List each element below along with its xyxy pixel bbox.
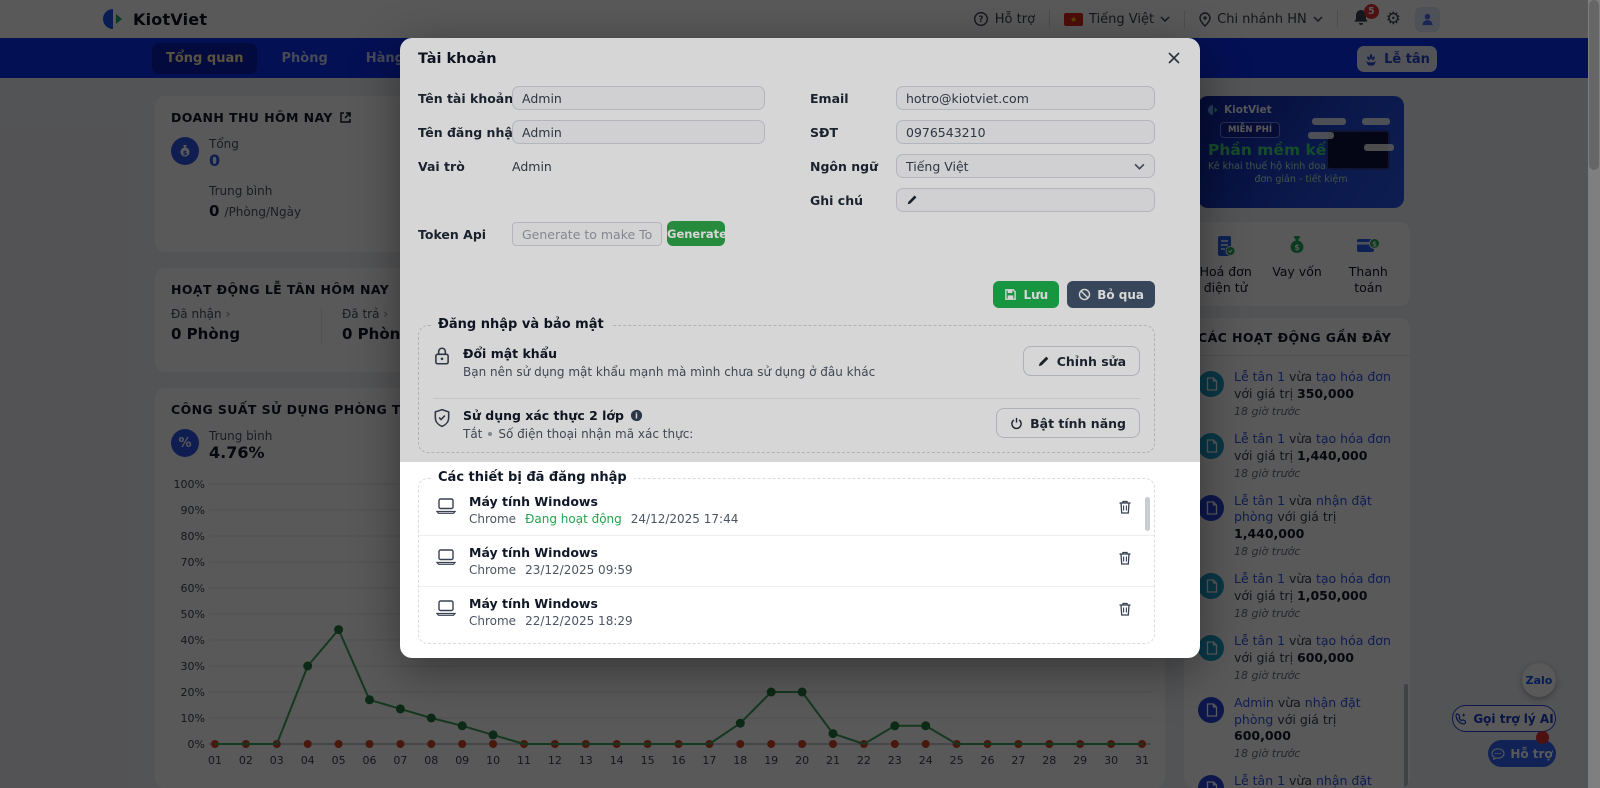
modal-actions: Lưu Bỏ qua: [993, 281, 1155, 308]
devices-spotlight-area: Các thiết bị đã đăng nhập Máy tính Windo…: [400, 462, 1200, 658]
device-details: Chrome Đang hoạt động 24/12/2025 17:44: [469, 512, 738, 526]
account-name-label: Tên tài khoản: [418, 91, 514, 106]
two-factor-status: Tắt: [463, 427, 483, 441]
change-password-title: Đổi mật khẩu: [463, 346, 558, 361]
devices-scrollbar-thumb[interactable]: [1145, 497, 1150, 531]
device-name: Máy tính Windows: [469, 596, 598, 611]
device-name: Máy tính Windows: [469, 545, 598, 560]
info-icon[interactable]: i: [630, 409, 643, 422]
email-label: Email: [810, 91, 849, 106]
device-name: Máy tính Windows: [469, 494, 598, 509]
device-browser: Chrome: [469, 614, 517, 628]
security-section: Đăng nhập và bảo mật Đổi mật khẩu Bạn nê…: [418, 317, 1155, 453]
devices-legend: Các thiết bị đã đăng nhập: [431, 470, 634, 485]
note-field[interactable]: [896, 188, 1155, 212]
enable-two-factor-label: Bật tính năng: [1030, 415, 1126, 431]
page-scrollbar-thumb[interactable]: [1589, 0, 1599, 170]
token-api-input[interactable]: [512, 222, 662, 246]
close-icon[interactable]: [1164, 48, 1184, 68]
edit-password-label: Chỉnh sửa: [1056, 353, 1126, 369]
enable-two-factor-button[interactable]: Bật tính năng: [996, 408, 1140, 438]
kiotviet-app: KiotViet ? Hỗ trợ ★ Tiếng Việt Chi nhánh…: [0, 0, 1600, 788]
delete-device-trash-icon[interactable]: [1118, 550, 1132, 566]
language-select-label: Ngôn ngữ: [810, 159, 878, 174]
note-label: Ghi chú: [810, 193, 864, 208]
change-password-row: Đổi mật khẩu Bạn nên sử dụng mật khẩu mạ…: [433, 346, 1140, 379]
device-browser: Chrome: [469, 563, 517, 577]
pencil-icon: [907, 195, 917, 205]
device-time: 24/12/2025 17:44: [630, 512, 739, 526]
lock-icon: [435, 347, 449, 365]
device-time: 22/12/2025 18:29: [525, 614, 633, 628]
delete-device-trash-icon[interactable]: [1118, 499, 1132, 515]
device-status: Đang hoạt động: [525, 512, 622, 526]
device-browser: Chrome: [469, 512, 517, 526]
account-modal-dimmed-area: Tài khoản Tên tài khoản Tên đăng nhập Va…: [400, 38, 1200, 462]
role-value: Admin: [512, 159, 552, 174]
page-scrollbar[interactable]: [1588, 0, 1600, 788]
cancel-label: Bỏ qua: [1097, 287, 1144, 302]
delete-device-trash-icon[interactable]: [1118, 601, 1132, 617]
token-api-label: Token Api: [418, 227, 487, 242]
laptop-icon: [435, 498, 457, 514]
two-factor-desc: Số điện thoại nhận mã xác thực:: [498, 427, 694, 441]
role-label: Vai trò: [418, 159, 465, 174]
device-time: 23/12/2025 09:59: [525, 563, 633, 577]
device-list: Máy tính Windows Chrome Đang hoạt động 2…: [419, 479, 1154, 637]
chevron-down-icon: [1134, 163, 1145, 170]
account-modal: Tài khoản Tên tài khoản Tên đăng nhập Va…: [400, 38, 1200, 658]
email-field[interactable]: [896, 86, 1155, 110]
edit-password-button[interactable]: Chỉnh sửa: [1022, 346, 1140, 376]
pencil-icon: [1038, 356, 1049, 366]
shield-check-icon: [434, 408, 450, 428]
username-label: Tên đăng nhập: [418, 125, 522, 140]
username-input[interactable]: [512, 120, 765, 144]
modal-title: Tài khoản: [418, 51, 497, 67]
language-selected-value: Tiếng Việt: [906, 158, 969, 174]
device-details: Chrome 23/12/2025 09:59: [469, 563, 633, 577]
device-row: Máy tính Windows Chrome 22/12/2025 18:29: [419, 586, 1154, 637]
svg-text:i: i: [635, 411, 638, 420]
phone-field[interactable]: [896, 120, 1155, 144]
security-legend: Đăng nhập và bảo mật: [431, 317, 611, 332]
power-icon: [1011, 417, 1022, 429]
laptop-icon: [435, 600, 457, 616]
cancel-button[interactable]: Bỏ qua: [1067, 281, 1155, 308]
ban-icon: [1078, 288, 1091, 301]
device-row: Máy tính Windows Chrome Đang hoạt động 2…: [419, 485, 1154, 535]
save-button[interactable]: Lưu: [993, 281, 1060, 308]
divider: [433, 398, 1140, 399]
change-password-desc: Bạn nên sử dụng mật khẩu mạnh mà mình ch…: [463, 365, 876, 379]
devices-section: Các thiết bị đã đăng nhập Máy tính Windo…: [418, 470, 1155, 644]
account-name-input[interactable]: [512, 86, 765, 110]
two-factor-row: Sử dụng xác thực 2 lớp i Tắt Số điện tho…: [433, 408, 1140, 441]
phone-label: SĐT: [810, 125, 839, 140]
dot-separator: [488, 432, 493, 436]
device-details: Chrome 22/12/2025 18:29: [469, 614, 633, 628]
two-factor-title: Sử dụng xác thực 2 lớp: [463, 408, 624, 423]
device-row: Máy tính Windows Chrome 23/12/2025 09:59: [419, 535, 1154, 586]
laptop-icon: [435, 549, 457, 565]
save-label: Lưu: [1023, 287, 1049, 302]
save-floppy-icon: [1005, 289, 1017, 300]
generate-token-button[interactable]: Generate: [667, 221, 727, 246]
language-select[interactable]: Tiếng Việt: [896, 154, 1155, 178]
